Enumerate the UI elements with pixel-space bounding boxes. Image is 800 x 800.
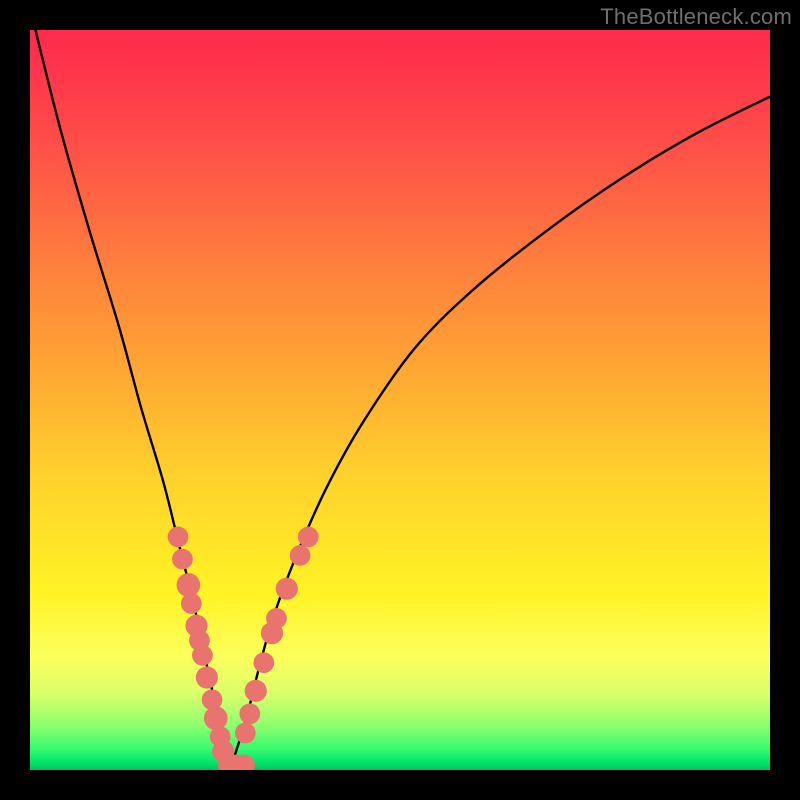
bottleneck-curve	[30, 30, 770, 766]
data-point	[196, 666, 218, 688]
highlighted-points	[168, 527, 319, 770]
data-point	[245, 680, 267, 702]
plot-area	[30, 30, 770, 770]
data-point	[204, 706, 228, 730]
chart-frame: TheBottleneck.com	[0, 0, 800, 800]
data-point	[192, 645, 213, 666]
data-point	[298, 527, 319, 548]
data-point	[168, 527, 189, 548]
data-point	[266, 608, 287, 629]
curve-layer	[30, 30, 770, 770]
data-point	[276, 578, 298, 600]
data-point	[177, 573, 201, 597]
data-point	[181, 593, 202, 614]
data-point	[235, 723, 256, 744]
data-point	[290, 545, 311, 566]
data-point	[253, 652, 274, 673]
data-point	[239, 703, 260, 724]
data-point	[172, 549, 193, 570]
watermark: TheBottleneck.com	[600, 4, 792, 30]
curve-path	[30, 30, 770, 766]
